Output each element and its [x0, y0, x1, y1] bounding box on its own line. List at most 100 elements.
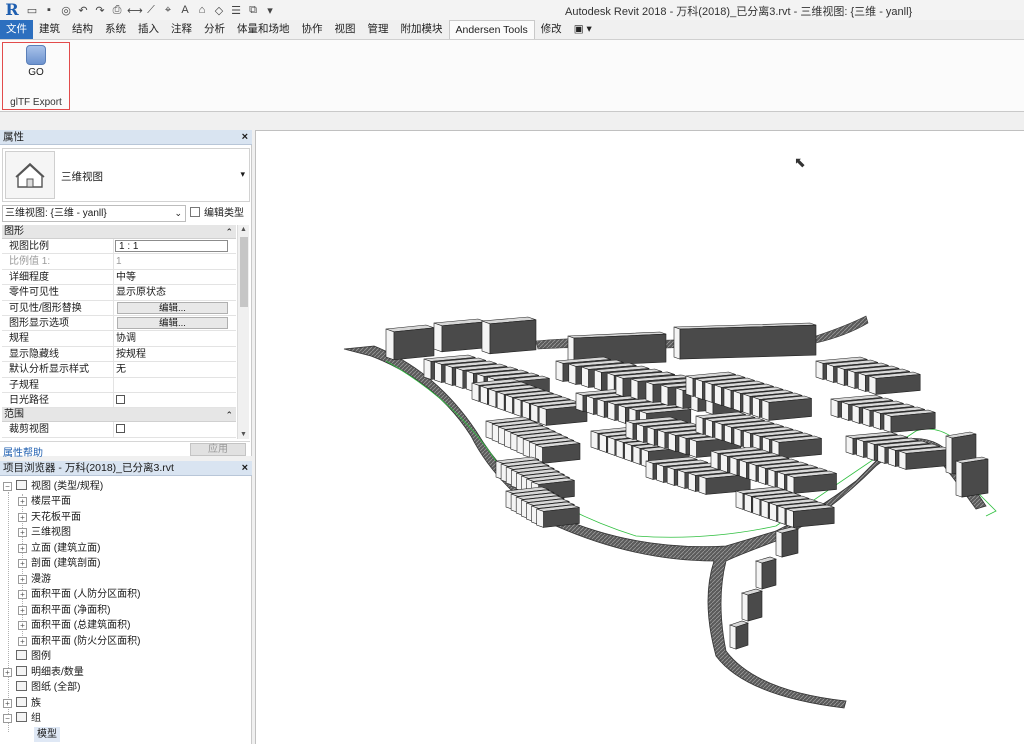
tab-annotate[interactable]: 注释 [165, 20, 198, 39]
expand-icon[interactable]: + [18, 621, 27, 630]
tab-architecture[interactable]: 建筑 [33, 20, 66, 39]
analysis-style-value[interactable]: 无 [114, 362, 236, 376]
collapse-icon[interactable]: − [3, 482, 12, 491]
tree-item-floor-plans[interactable]: + 楼层平面 [18, 494, 71, 509]
tree-item-families[interactable]: + 族 [3, 696, 41, 711]
tree-item-ceiling-plans[interactable]: + 天花板平面 [18, 510, 81, 525]
scroll-up-icon[interactable]: ▲ [240, 226, 247, 233]
expand-icon[interactable]: + [18, 513, 27, 522]
sub-discipline-value[interactable] [114, 378, 236, 392]
collapse-icon[interactable]: ⌃ [225, 225, 233, 239]
expand-icon[interactable]: + [18, 559, 27, 568]
expand-icon[interactable]: + [18, 590, 27, 599]
tab-collaborate[interactable]: 协作 [296, 20, 329, 39]
tab-insert[interactable]: 插入 [132, 20, 165, 39]
tree-item-walkthroughs[interactable]: + 漫游 [18, 572, 51, 587]
expand-icon[interactable]: + [18, 544, 27, 553]
building-block [505, 394, 513, 414]
tab-analyze[interactable]: 分析 [198, 20, 231, 39]
type-selector[interactable]: 三维视图 ▾ [2, 148, 250, 202]
discipline-value[interactable]: 协调 [114, 331, 236, 345]
text-icon[interactable]: A [178, 4, 192, 16]
building-block [758, 465, 766, 485]
building-block [481, 320, 491, 355]
expand-icon[interactable]: + [18, 637, 27, 646]
revit-logo-icon[interactable]: R [3, 1, 21, 19]
graphic-display-edit-button[interactable]: 编辑... [117, 316, 228, 329]
expand-icon[interactable]: + [3, 668, 12, 677]
building-block [830, 398, 839, 418]
prop-row: 图形显示选项 编辑... [2, 315, 236, 332]
switch-windows-icon[interactable]: ⧉ [246, 4, 260, 17]
qat-dropdown-icon[interactable]: ▾ [263, 4, 277, 17]
tree-item-3d-views[interactable]: + 三维视图 [18, 525, 71, 540]
category-graphics[interactable]: 图形 ⌃ [2, 225, 236, 239]
tab-andersen-tools[interactable]: Andersen Tools [448, 19, 535, 40]
tree-item-model[interactable]: 模型 [34, 727, 60, 742]
tree-item-sheets[interactable]: 图纸 (全部) [16, 680, 80, 695]
expand-icon[interactable]: + [18, 497, 27, 506]
sync-icon[interactable]: ◎ [59, 4, 73, 17]
collapse-icon[interactable]: ⌃ [225, 408, 233, 422]
crop-view-checkbox[interactable] [116, 424, 125, 434]
tab-massing-site[interactable]: 体量和场地 [231, 20, 296, 39]
building-block [695, 378, 703, 400]
close-icon[interactable]: × [242, 461, 248, 476]
properties-scrollbar[interactable]: ▲ ▼ [237, 225, 249, 439]
tab-view[interactable]: 视图 [329, 20, 362, 39]
instance-selector[interactable]: 三维视图: {三维 - yanll} ⌄ [2, 205, 186, 222]
edit-type-button[interactable]: 编辑类型 [190, 205, 250, 222]
dimension-icon[interactable]: ⟋ [144, 4, 158, 17]
collapse-icon[interactable]: − [3, 714, 12, 723]
go-button[interactable]: GO [19, 45, 53, 87]
tree-item-legends[interactable]: 图例 [16, 649, 51, 664]
tree-item-area-plan-gross[interactable]: + 面积平面 (总建筑面积) [18, 618, 130, 633]
chevron-down-icon[interactable]: ▾ [240, 169, 245, 180]
print-icon[interactable]: ⎙ [110, 4, 124, 17]
detail-level-value[interactable]: 中等 [114, 270, 236, 284]
ribbon-display-toggle[interactable]: ▣ ▾ [568, 20, 598, 39]
expand-icon[interactable]: + [18, 575, 27, 584]
expand-icon[interactable]: + [3, 699, 12, 708]
tab-systems[interactable]: 系统 [99, 20, 132, 39]
tab-file[interactable]: 文件 [0, 20, 33, 39]
tree-item-sections[interactable]: + 剖面 (建筑剖面) [18, 556, 100, 571]
properties-help-link[interactable]: 属性帮助 [3, 444, 43, 459]
thin-lines-icon[interactable]: ☰ [229, 4, 243, 17]
tree-item-area-plan-fire[interactable]: + 面积平面 (防火分区面积) [18, 634, 140, 649]
tree-item-views[interactable]: − 视图 (类型/规程) [3, 479, 103, 494]
hidden-lines-value[interactable]: 按规程 [114, 347, 236, 361]
expand-icon[interactable]: + [18, 606, 27, 615]
tag-icon[interactable]: ⌖ [161, 4, 175, 17]
parts-visibility-value[interactable]: 显示原状态 [114, 285, 236, 299]
tree-item-groups[interactable]: − 组 [3, 711, 41, 726]
3d-viewport[interactable]: ⬉ [255, 130, 1024, 744]
scroll-thumb[interactable] [240, 237, 248, 307]
redo-icon[interactable]: ↷ [93, 4, 107, 17]
tab-manage[interactable]: 管理 [362, 20, 395, 39]
tree-item-elevations[interactable]: + 立面 (建筑立面) [18, 541, 100, 556]
section-icon[interactable]: ◇ [212, 4, 226, 17]
sun-path-checkbox[interactable] [116, 394, 125, 404]
close-icon[interactable]: × [242, 130, 248, 145]
save-icon[interactable]: ▪ [42, 4, 56, 16]
measure-icon[interactable]: ⟷ [127, 4, 143, 17]
apply-button[interactable]: 应用 [190, 443, 246, 456]
category-extents[interactable]: 范围 ⌃ [2, 408, 236, 423]
tab-structure[interactable]: 结构 [66, 20, 99, 39]
building-block [856, 438, 864, 458]
open-icon[interactable]: ▭ [25, 4, 39, 17]
buildings [385, 316, 989, 650]
tree-item-schedules[interactable]: + 明细表/数量 [3, 665, 84, 680]
chevron-down-icon: ⌄ [174, 208, 182, 218]
tree-item-area-plan-net[interactable]: + 面积平面 (净面积) [18, 603, 110, 618]
3d-view-icon[interactable]: ⌂ [195, 4, 209, 16]
tab-modify[interactable]: 修改 [535, 20, 568, 39]
view-scale-input[interactable]: 1 : 1 [115, 240, 228, 253]
tab-addins[interactable]: 附加模块 [395, 20, 449, 39]
scroll-down-icon[interactable]: ▼ [240, 431, 247, 438]
vg-overrides-edit-button[interactable]: 编辑... [117, 301, 228, 314]
undo-icon[interactable]: ↶ [76, 4, 90, 17]
tree-item-area-plan-civil-defense[interactable]: + 面积平面 (人防分区面积) [18, 587, 140, 602]
expand-icon[interactable]: + [18, 528, 27, 537]
